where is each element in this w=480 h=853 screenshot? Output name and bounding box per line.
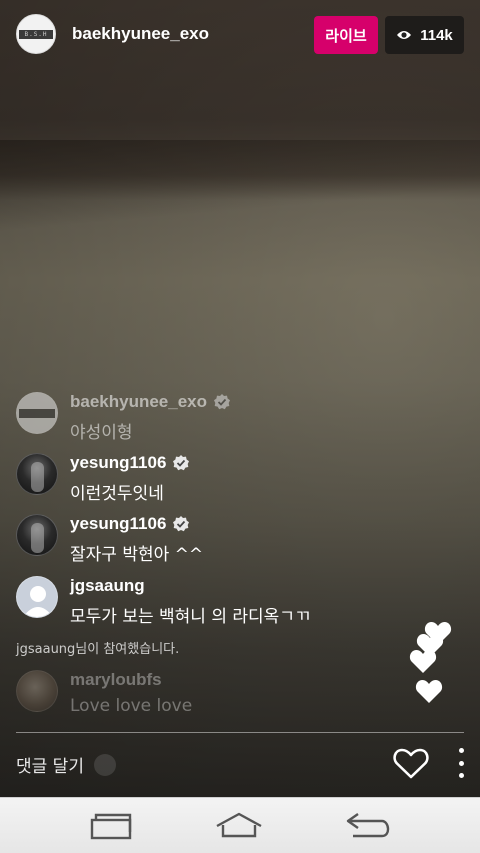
comment-avatar[interactable] bbox=[16, 576, 58, 618]
recent-apps-icon[interactable] bbox=[86, 808, 136, 842]
comment-text: 잘자구 박현아 ^^ bbox=[70, 545, 204, 565]
eye-icon bbox=[397, 31, 412, 39]
comment-username[interactable]: jgsaaung bbox=[70, 576, 145, 596]
typing-indicator-icon bbox=[93, 753, 116, 776]
comment-username-text: maryloubfs bbox=[70, 670, 162, 689]
comment-item: baekhyunee_exo 야성이형 bbox=[0, 392, 420, 448]
comment-username-text: yesung1106 bbox=[70, 514, 167, 533]
comment-text: 모두가 보는 백혀니 의 라디옥ㄱㄲ bbox=[70, 607, 311, 627]
system-nav-bar bbox=[0, 797, 480, 853]
live-header: B.S.H baekhyunee_exo 라이브 114k bbox=[0, 0, 480, 56]
comment-divider bbox=[16, 732, 464, 733]
comment-input-placeholder: 댓글 달기 bbox=[16, 757, 84, 777]
comment-avatar[interactable] bbox=[16, 453, 58, 495]
comment-text: Love love love bbox=[70, 696, 193, 716]
live-badge: 라이브 bbox=[314, 16, 378, 54]
comment-avatar[interactable] bbox=[16, 392, 58, 434]
comment-username-text: jgsaaung bbox=[70, 576, 145, 595]
host-avatar-text: B.S.H bbox=[19, 29, 53, 39]
heart-icon bbox=[415, 680, 443, 703]
viewer-count-badge: 114k bbox=[385, 16, 464, 54]
comment-username-text: baekhyunee_exo bbox=[70, 392, 208, 411]
home-icon[interactable] bbox=[214, 808, 264, 842]
comment-username-text: yesung1106 bbox=[70, 453, 167, 472]
verified-badge-icon bbox=[214, 394, 231, 410]
comment-username[interactable]: maryloubfs bbox=[70, 670, 162, 690]
back-icon[interactable] bbox=[344, 808, 394, 842]
more-icon[interactable] bbox=[454, 748, 468, 778]
heart-icon bbox=[409, 650, 437, 673]
comment-text: 이런것두잇네 bbox=[70, 484, 164, 504]
comment-username[interactable]: yesung1106 bbox=[70, 514, 190, 534]
verified-badge-icon bbox=[173, 455, 190, 471]
heart-icon[interactable] bbox=[392, 746, 430, 780]
viewer-count: 114k bbox=[420, 26, 453, 44]
comment-item: maryloubfs Love love love bbox=[0, 670, 420, 726]
verified-badge-icon bbox=[173, 516, 190, 532]
comment-avatar[interactable] bbox=[16, 514, 58, 556]
host-username[interactable]: baekhyunee_exo bbox=[72, 24, 209, 44]
default-user-icon bbox=[23, 586, 53, 617]
comment-item: yesung1106 잘자구 박현아 ^^ bbox=[0, 514, 420, 570]
floating-hearts bbox=[400, 612, 460, 708]
comment-avatar[interactable] bbox=[16, 670, 58, 712]
comment-username[interactable]: yesung1106 bbox=[70, 453, 190, 473]
comment-text: 야성이형 bbox=[70, 423, 133, 443]
comment-item: jgsaaung 모두가 보는 백혀니 의 라디옥ㄱㄲ bbox=[0, 576, 420, 632]
comment-input[interactable]: 댓글 달기 bbox=[16, 752, 116, 777]
host-avatar[interactable]: B.S.H bbox=[16, 14, 56, 54]
comment-item: yesung1106 이런것두잇네 bbox=[0, 453, 420, 509]
comment-username[interactable]: baekhyunee_exo bbox=[70, 392, 231, 412]
join-notification: jgsaaung님이 참여했습니다. bbox=[16, 642, 180, 657]
